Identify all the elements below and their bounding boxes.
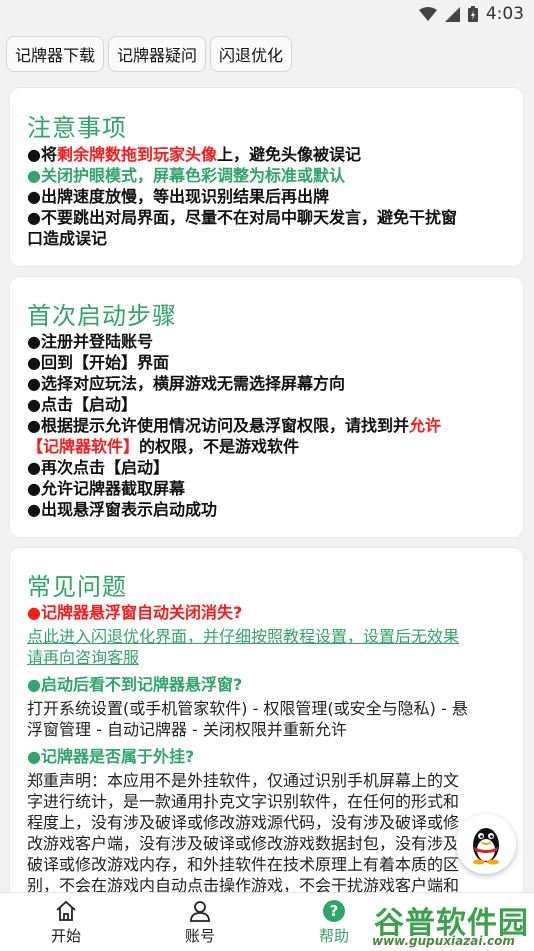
notes-card: 注意事项 ●将剩余牌数拖到玩家头像上，避免头像被误记 ●关闭护眼模式，屏幕色彩调… <box>10 88 523 266</box>
faq-question-3: ●记牌器是否属于外挂? <box>27 747 195 766</box>
faq-answer-2: 打开系统设置(或手机管家软件) - 权限管理(或安全与隐私) - 悬 浮窗管理 … <box>27 698 511 740</box>
user-icon <box>190 901 210 922</box>
step-2: ●回到【开始】界面 <box>27 353 169 372</box>
nav-start[interactable]: 开始 <box>26 897 106 946</box>
notes-title: 注意事项 <box>27 114 127 142</box>
step-5-app-name: 【记牌器软件】 <box>27 437 140 456</box>
faq-answer-3: 郑重声明：本应用不是外挂软件，仅通过识别手机屏幕上的文 字进行统计，是一款通用扑… <box>27 770 511 896</box>
faq-card: 常见问题 ●记牌器悬浮窗自动关闭消失? 点此进入闪退优化界面，并仔细按照教程设置… <box>10 548 523 908</box>
watermark-url: www.gupuxiazai.com <box>372 934 515 948</box>
faq-answer-3-line-1: 郑重声明：本应用不是外挂软件，仅通过识别手机屏幕上的文 <box>27 771 460 790</box>
help-icon: ? <box>323 900 345 922</box>
note-1-suffix: 上，避免头像被误记 <box>216 145 361 164</box>
step-7: ●允许记牌器截取屏幕 <box>27 479 185 498</box>
startup-card: 首次启动步骤 ●注册并登陆账号 ●回到【开始】界面 ●选择对应玩法，横屏游戏无需… <box>10 277 523 537</box>
faq-answer-2-line-1: 打开系统设置(或手机管家软件) - 权限管理(或安全与隐私) - 悬 <box>27 699 468 718</box>
step-5-text: ●根据提示允许使用情况访问及悬浮窗权限，请找到并 <box>27 416 409 435</box>
faq-title: 常见问题 <box>27 573 127 601</box>
clock: 4:03 <box>485 4 524 24</box>
faq-answer-3-line-3: 程度上，没有涉及破译或修改游戏源代码，没有涉及破译或修 <box>27 813 460 832</box>
faq-question-2: ●启动后看不到记牌器悬浮窗? <box>27 675 243 694</box>
nav-account-label[interactable]: 账号 <box>160 925 240 946</box>
nav-account[interactable]: 账号 <box>160 897 240 946</box>
crash-optimize-link[interactable]: 点此进入闪退优化界面，并仔细按照教程设置，设置后无效果 请再向咨询客服 <box>27 626 511 668</box>
nav-help-label[interactable]: 帮助 <box>294 925 374 946</box>
faq-answer-2-line-2: 浮窗管理 - 自动记牌器 - 关闭权限并重新允许 <box>27 720 347 739</box>
faq-answer-3-line-4: 改游戏客户端，没有涉及破译或修改游戏数据封包，没有涉及 <box>27 834 460 853</box>
battery-icon <box>467 6 478 22</box>
tab-crash-optimize[interactable]: 闪退优化 <box>210 36 293 72</box>
step-1: ●注册并登陆账号 <box>27 332 153 351</box>
note-1-highlight: 剩余牌数拖到玩家头像 <box>56 145 217 164</box>
nav-help[interactable]: ? 帮助 <box>294 897 374 946</box>
step-3: ●选择对应玩法，横屏游戏无需选择屏幕方向 <box>27 374 345 393</box>
step-5a: ●根据提示允许使用情况访问及悬浮窗权限，请找到并允许 <box>27 415 513 436</box>
step-5b: 【记牌器软件】的权限，不是游戏软件 <box>27 436 513 457</box>
qq-support-button[interactable] <box>456 814 516 874</box>
note-line-2: ●关闭护眼模式，屏幕色彩调整为标准或默认 <box>27 166 345 185</box>
step-8: ●出现悬浮窗表示启动成功 <box>27 500 217 519</box>
top-tabs: 记牌器下载 记牌器疑问 闪退优化 <box>6 36 293 72</box>
startup-steps: ●注册并登陆账号 ●回到【开始】界面 ●选择对应玩法，横屏游戏无需选择屏幕方向 … <box>27 331 513 520</box>
note-line-4b: 口造成误记 <box>27 229 108 248</box>
tab-questions[interactable]: 记牌器疑问 <box>108 36 207 72</box>
step-5-allow: 允许 <box>408 416 441 435</box>
faq-question-1: ●记牌器悬浮窗自动关闭消失? <box>27 603 243 622</box>
wifi-icon <box>418 7 437 21</box>
status-bar: 4:03 <box>0 0 534 30</box>
home-icon <box>56 900 76 921</box>
penguin-icon <box>473 828 499 865</box>
status-icons: 4:03 <box>418 4 524 24</box>
faq-answer-3-line-2: 字进行统计，是一款通用扑克文字识别软件，在任何的形式和 <box>27 792 460 811</box>
faq-answer-1-line-2[interactable]: 请再向咨询客服 <box>27 647 511 668</box>
site-watermark: 谷普软件园 www.gupuxiazai.com <box>368 896 534 950</box>
step-6: ●再次点击【启动】 <box>27 458 169 477</box>
faq-list: ●记牌器悬浮窗自动关闭消失? 点此进入闪退优化界面，并仔细按照教程设置，设置后无… <box>27 602 511 896</box>
note-line-4a: ●不要跳出对局界面，尽量不在对局中聊天发言，避免干扰窗 <box>27 208 457 227</box>
note-1-prefix: ●将 <box>27 145 57 164</box>
signal-icon <box>444 6 460 22</box>
startup-title: 首次启动步骤 <box>27 302 177 330</box>
note-line-1: ●将剩余牌数拖到玩家头像上，避免头像被误记 <box>27 144 513 165</box>
nav-start-label[interactable]: 开始 <box>26 925 106 946</box>
step-5-tail: 的权限，不是游戏软件 <box>139 437 300 456</box>
faq-answer-3-line-5: 破译或修改游戏内存，和外挂软件在技术原理上有着本质的区 <box>27 855 460 874</box>
svg-text:?: ? <box>330 902 339 920</box>
step-4: ●点击【启动】 <box>27 395 137 414</box>
note-line-3: ●出牌速度放慢，等出现识别结果后再出牌 <box>27 187 329 206</box>
faq-answer-1-line-1[interactable]: 点此进入闪退优化界面，并仔细按照教程设置，设置后无效果 <box>27 626 511 647</box>
tab-download[interactable]: 记牌器下载 <box>6 36 105 72</box>
notes-list: ●将剩余牌数拖到玩家头像上，避免头像被误记 ●关闭护眼模式，屏幕色彩调整为标准或… <box>27 144 513 249</box>
